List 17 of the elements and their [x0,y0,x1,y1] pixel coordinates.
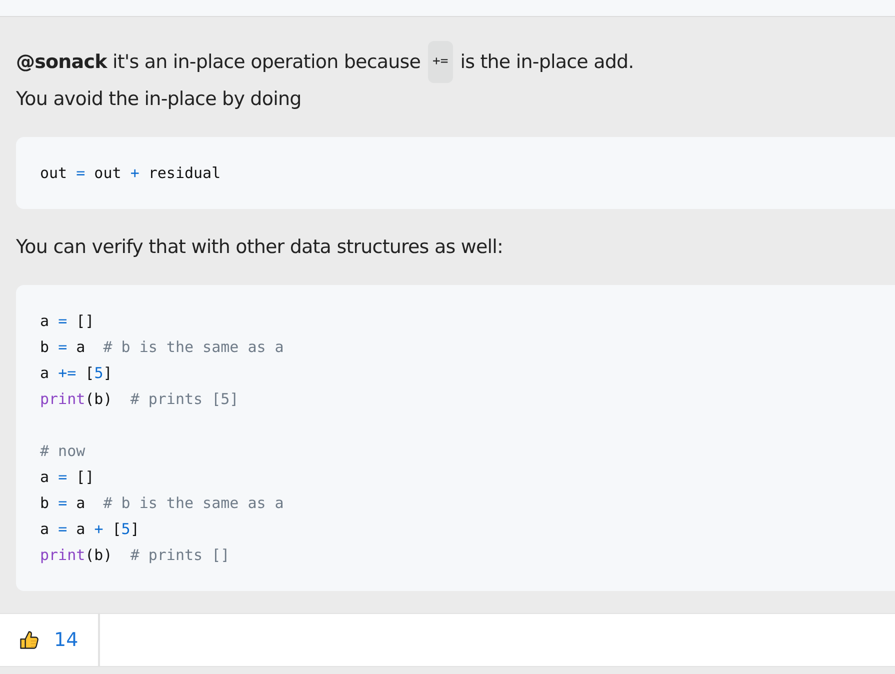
thumbs-up-icon [18,629,40,651]
code-line: a = [] [40,467,94,488]
post-text: You can verify that with other data structures as well: [16,235,504,260]
code-line: a += [5] [40,363,112,384]
code-line: a = [] [40,311,94,332]
mention-link[interactable]: @sonack [16,46,107,78]
code-line: print(b) # prints [5] [40,389,239,410]
post-text: is the in-place add. [460,50,634,75]
code-line: b = a # b is the same as a [40,337,284,358]
code-line: b = a # b is the same as a [40,493,284,514]
code-line: a = a + [5] [40,519,140,540]
code-line: print(b) # prints [] [40,545,230,566]
inline-code: += [428,41,454,83]
post-text: You avoid the in-place by doing [16,87,302,112]
code-line: out = out + residual [40,163,221,184]
post-text: it's an in-place operation because [111,50,421,75]
code-line: # now [40,441,86,462]
